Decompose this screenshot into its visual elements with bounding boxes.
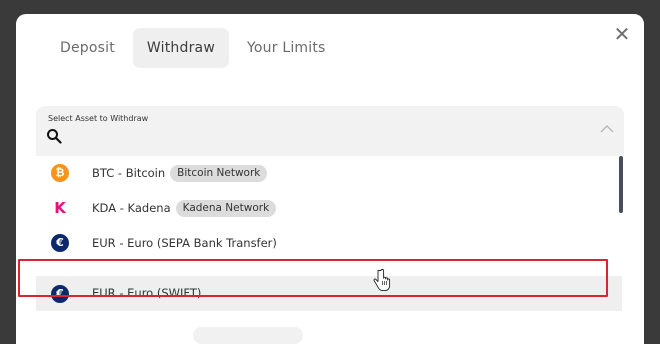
asset-option-label: BTC - Bitcoin Bitcoin Network: [92, 156, 268, 191]
asset-select[interactable]: Select Asset to Withdraw: [36, 106, 624, 156]
bitcoin-icon: ₿: [51, 164, 69, 182]
close-icon[interactable]: ✕: [612, 24, 632, 44]
asset-name: EUR - Euro (SEPA Bank Transfer): [92, 236, 277, 250]
asset-option-btc[interactable]: ₿ BTC - Bitcoin Bitcoin Network: [36, 156, 622, 191]
asset-name: KDA - Kadena: [92, 201, 171, 215]
asset-option-label: KDA - Kadena Kadena Network: [92, 191, 277, 226]
asset-option-partial: [36, 321, 622, 344]
search-icon: [47, 129, 62, 144]
network-badge: Kadena Network: [175, 200, 277, 217]
kadena-icon: K: [54, 199, 66, 217]
selection-highlight: [18, 259, 608, 297]
asset-option-kda[interactable]: K KDA - Kadena Kadena Network: [36, 191, 622, 226]
asset-option-label: EUR - Euro (SEPA Bank Transfer): [92, 226, 277, 261]
chevron-up-icon[interactable]: [600, 124, 614, 134]
euro-icon: €: [51, 234, 69, 252]
tab-bar: Deposit Withdraw Your Limits: [46, 28, 344, 68]
asset-select-label: Select Asset to Withdraw: [48, 114, 149, 123]
asset-option-eur-sepa[interactable]: € EUR - Euro (SEPA Bank Transfer): [36, 226, 622, 261]
scrollbar[interactable]: [619, 156, 623, 213]
network-badge: [193, 327, 303, 344]
tab-deposit[interactable]: Deposit: [46, 28, 129, 68]
tab-withdraw[interactable]: Withdraw: [132, 28, 229, 68]
asset-list: ₿ BTC - Bitcoin Bitcoin Network K KDA - K…: [36, 156, 624, 344]
asset-name: BTC - Bitcoin: [92, 166, 166, 180]
tab-your-limits[interactable]: Your Limits: [233, 28, 340, 68]
network-badge: Bitcoin Network: [170, 165, 268, 182]
hand-cursor-icon: [373, 268, 391, 292]
